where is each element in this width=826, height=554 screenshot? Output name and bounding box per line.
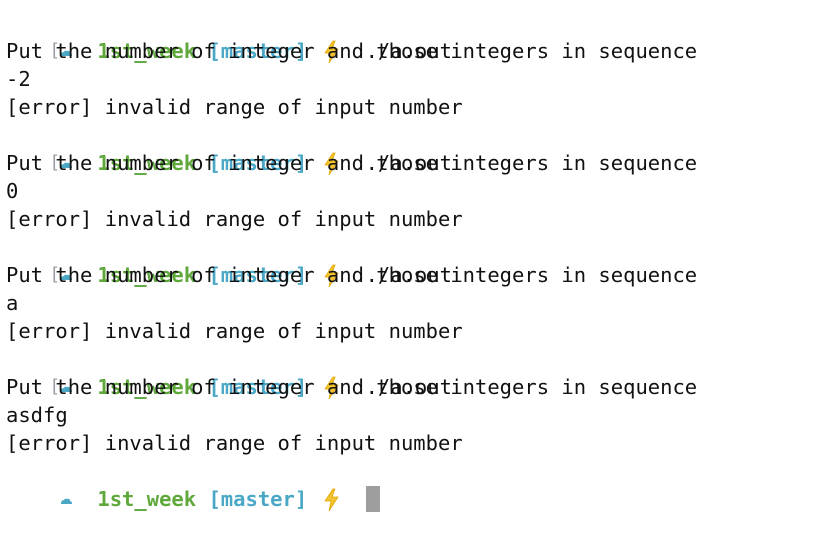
user-input: -2 bbox=[6, 67, 31, 91]
program-output: Put the number of integer and those inte… bbox=[6, 263, 698, 287]
error-output: [error] invalid range of input number bbox=[6, 319, 463, 343]
program-output: Put the number of integer and those inte… bbox=[6, 151, 698, 175]
terminal-window[interactable]: [1st_week [master] ./a.out Put the numbe… bbox=[0, 0, 826, 554]
program-output: Put the number of integer and those inte… bbox=[6, 375, 698, 399]
error-output: [error] invalid range of input number bbox=[6, 95, 463, 119]
error-output: [error] invalid range of input number bbox=[6, 431, 463, 455]
error-output: [error] invalid range of input number bbox=[6, 207, 463, 231]
prompt-line: [1st_week [master] ./a.out bbox=[0, 121, 826, 176]
cloud-icon bbox=[57, 485, 77, 513]
current-prompt-line[interactable]: [1st_week [master] bbox=[0, 457, 826, 512]
lightning-bolt-icon bbox=[320, 485, 344, 513]
prompt-line: [1st_week [master] ./a.out bbox=[0, 9, 826, 64]
prompt-line: [1st_week [master] ./a.out bbox=[0, 345, 826, 400]
prompt-branch: [master] bbox=[208, 487, 308, 511]
user-input: asdfg bbox=[6, 403, 68, 427]
prompt-directory: 1st_week bbox=[97, 487, 197, 511]
user-input: a bbox=[6, 291, 19, 315]
user-input: 0 bbox=[6, 179, 19, 203]
text-cursor[interactable] bbox=[365, 486, 380, 512]
program-output: Put the number of integer and those inte… bbox=[6, 39, 698, 63]
prompt-line: [1st_week [master] ./a.out bbox=[0, 233, 826, 288]
